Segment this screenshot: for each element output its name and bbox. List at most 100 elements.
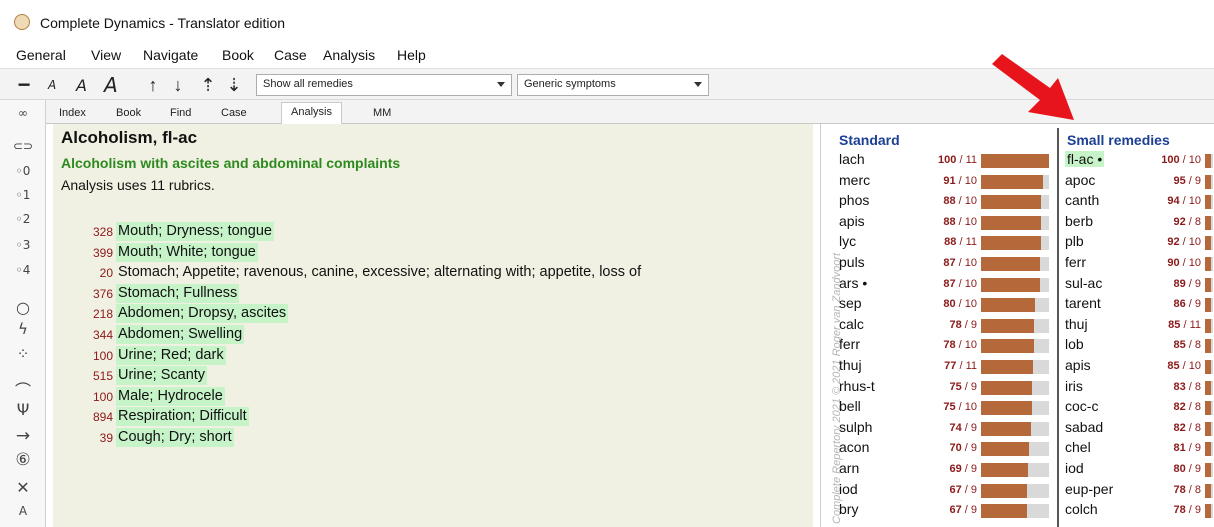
remedy-name[interactable]: sep [839, 295, 862, 311]
remedy-name[interactable]: phos [839, 192, 869, 208]
tab-case[interactable]: Case [212, 104, 256, 124]
remedy-name[interactable]: colch [1065, 501, 1098, 517]
remedy-name[interactable]: rhus-t [839, 378, 875, 394]
menu-case[interactable]: Case [274, 47, 307, 63]
remedy-name[interactable]: ferr [839, 336, 860, 352]
remedy-score-separator: / [1179, 154, 1189, 166]
level-2-button[interactable]: ◦2 [0, 212, 46, 226]
remedy-name[interactable]: thuj [1065, 316, 1088, 332]
rubric-row[interactable]: 100 Male; Hydrocele [53, 386, 793, 407]
rubric-row[interactable]: 894 Respiration; Difficult [53, 407, 793, 427]
tab-book[interactable]: Book [107, 104, 150, 124]
rubric-row[interactable]: 344 Abdomen; Swelling [53, 325, 793, 345]
remedy-score-bar-fill [1205, 483, 1211, 498]
remedy-name[interactable]: iod [1065, 460, 1084, 476]
remedy-name[interactable]: iris [1065, 378, 1083, 394]
remedy-name[interactable]: coc-c [1065, 398, 1098, 414]
unlink-icon[interactable]: ⊂⊃ [0, 139, 46, 153]
arrow-down-icon[interactable]: ↓ [168, 73, 188, 97]
tab-mm[interactable]: MM [364, 104, 400, 124]
level-1-button[interactable]: ◦1 [0, 188, 46, 202]
remedy-name[interactable]: canth [1065, 192, 1099, 208]
remedy-score-separator: / [1179, 257, 1189, 269]
remedy-name[interactable]: sul-ac [1065, 275, 1102, 291]
remedy-name[interactable]: bry [839, 501, 858, 517]
rubric-row[interactable]: 515 Urine; Scanty [53, 366, 793, 386]
remedy-rubric-count: 10 [964, 339, 977, 352]
remedy-name[interactable]: lyc [839, 233, 856, 249]
menu-book[interactable]: Book [222, 47, 254, 63]
menu-general[interactable]: General [16, 47, 66, 63]
rubric-count: 100 [92, 389, 113, 404]
menu-view[interactable]: View [91, 47, 121, 63]
remedy-score: 74 / 9 [917, 422, 977, 434]
remedy-name[interactable]: apis [1065, 357, 1091, 373]
rubric-row[interactable]: 399 Mouth; White; tongue [53, 242, 793, 263]
remedy-name[interactable]: arn [839, 460, 859, 476]
rubric-row[interactable]: 376 Stomach; Fullness [53, 283, 793, 304]
arrow-up-small-icon[interactable]: ⇡ [198, 73, 218, 97]
cross-icon[interactable]: ✕ [0, 478, 46, 497]
remedy-name[interactable]: fl-ac • [1065, 151, 1105, 167]
level-3-button[interactable]: ◦3 [0, 238, 46, 252]
remedy-name[interactable]: tarent [1065, 295, 1101, 311]
remedy-score: 75 / 10 [917, 401, 977, 413]
arrow-up-icon[interactable]: ↑ [143, 73, 163, 97]
spiral-icon[interactable]: ⑥ [0, 450, 46, 470]
tab-index[interactable]: Index [50, 104, 95, 124]
minus-icon[interactable]: − [14, 72, 34, 97]
rubric-row[interactable]: 100 Urine; Red; dark [53, 345, 793, 366]
circle-icon[interactable]: ○ [0, 298, 46, 317]
remedy-score-separator: / [1185, 174, 1195, 187]
tab-find[interactable]: Find [161, 104, 200, 124]
font-large-button[interactable]: A [104, 73, 118, 97]
arrow-right-icon[interactable]: → [0, 426, 46, 446]
menu-help[interactable]: Help [397, 47, 426, 63]
remedy-name[interactable]: puls [839, 254, 865, 270]
font-medium-button[interactable]: A [76, 73, 87, 97]
remedy-score-bar [981, 504, 1049, 519]
rubric-row[interactable]: 218 Abdomen; Dropsy, ascites [53, 304, 793, 324]
remedy-name[interactable]: lach [839, 151, 865, 167]
remedy-name[interactable]: chel [1065, 439, 1091, 455]
rubric-count-cell: 894 [53, 407, 113, 427]
arrow-down-small-icon[interactable]: ⇣ [224, 73, 244, 97]
tab-analysis[interactable]: Analysis [281, 102, 342, 125]
rubric-count-cell: 376 [53, 284, 113, 304]
remedy-rubric-count: 10 [1188, 236, 1201, 249]
remedy-name[interactable]: lob [1065, 336, 1084, 352]
rubric-row[interactable]: 328 Mouth; Dryness; tongue [53, 222, 793, 242]
remedy-name[interactable]: ferr [1065, 254, 1086, 270]
fork-icon[interactable]: Ψ [0, 400, 46, 419]
remedy-score-value: 82 [1173, 421, 1186, 434]
symptom-filter-dropdown[interactable]: Generic symptoms [517, 74, 709, 96]
remedy-name[interactable]: apoc [1065, 172, 1095, 188]
link-icon[interactable]: ∞ [0, 106, 46, 120]
remedy-name[interactable]: acon [839, 439, 869, 455]
remedy-name[interactable]: plb [1065, 233, 1084, 249]
font-small-button[interactable]: A [48, 73, 56, 97]
remedy-name[interactable]: sabad [1065, 419, 1103, 435]
arc-icon[interactable]: ⌒ [0, 377, 46, 401]
remedy-score: 92 / 10 [1141, 236, 1201, 248]
menu-analysis[interactable]: Analysis [323, 47, 375, 63]
remedy-name[interactable]: eup-per [1065, 481, 1113, 497]
remedy-name[interactable]: sulph [839, 419, 872, 435]
remedy-name[interactable]: apis [839, 213, 865, 229]
level-0-button[interactable]: ◦0 [0, 164, 46, 178]
dots-icon[interactable]: ⁘ [0, 345, 46, 363]
remedy-name[interactable]: iod [839, 481, 858, 497]
remedy-name[interactable]: berb [1065, 213, 1093, 229]
rubric-row[interactable]: 39 Cough; Dry; short [53, 428, 793, 448]
text-a-icon[interactable]: A [0, 504, 46, 518]
remedy-name[interactable]: merc [839, 172, 870, 188]
lightning-icon[interactable]: ϟ [0, 320, 46, 338]
rubric-row[interactable]: 20 Stomach; Appetite; ravenous, canine, e… [53, 263, 793, 283]
remedy-filter-dropdown[interactable]: Show all remedies [256, 74, 512, 96]
remedy-name[interactable]: calc [839, 316, 864, 332]
menu-navigate[interactable]: Navigate [143, 47, 198, 63]
remedy-name[interactable]: thuj [839, 357, 862, 373]
remedy-name[interactable]: bell [839, 398, 861, 414]
level-4-button[interactable]: ◦4 [0, 263, 46, 277]
remedy-name[interactable]: ars • [839, 275, 867, 291]
